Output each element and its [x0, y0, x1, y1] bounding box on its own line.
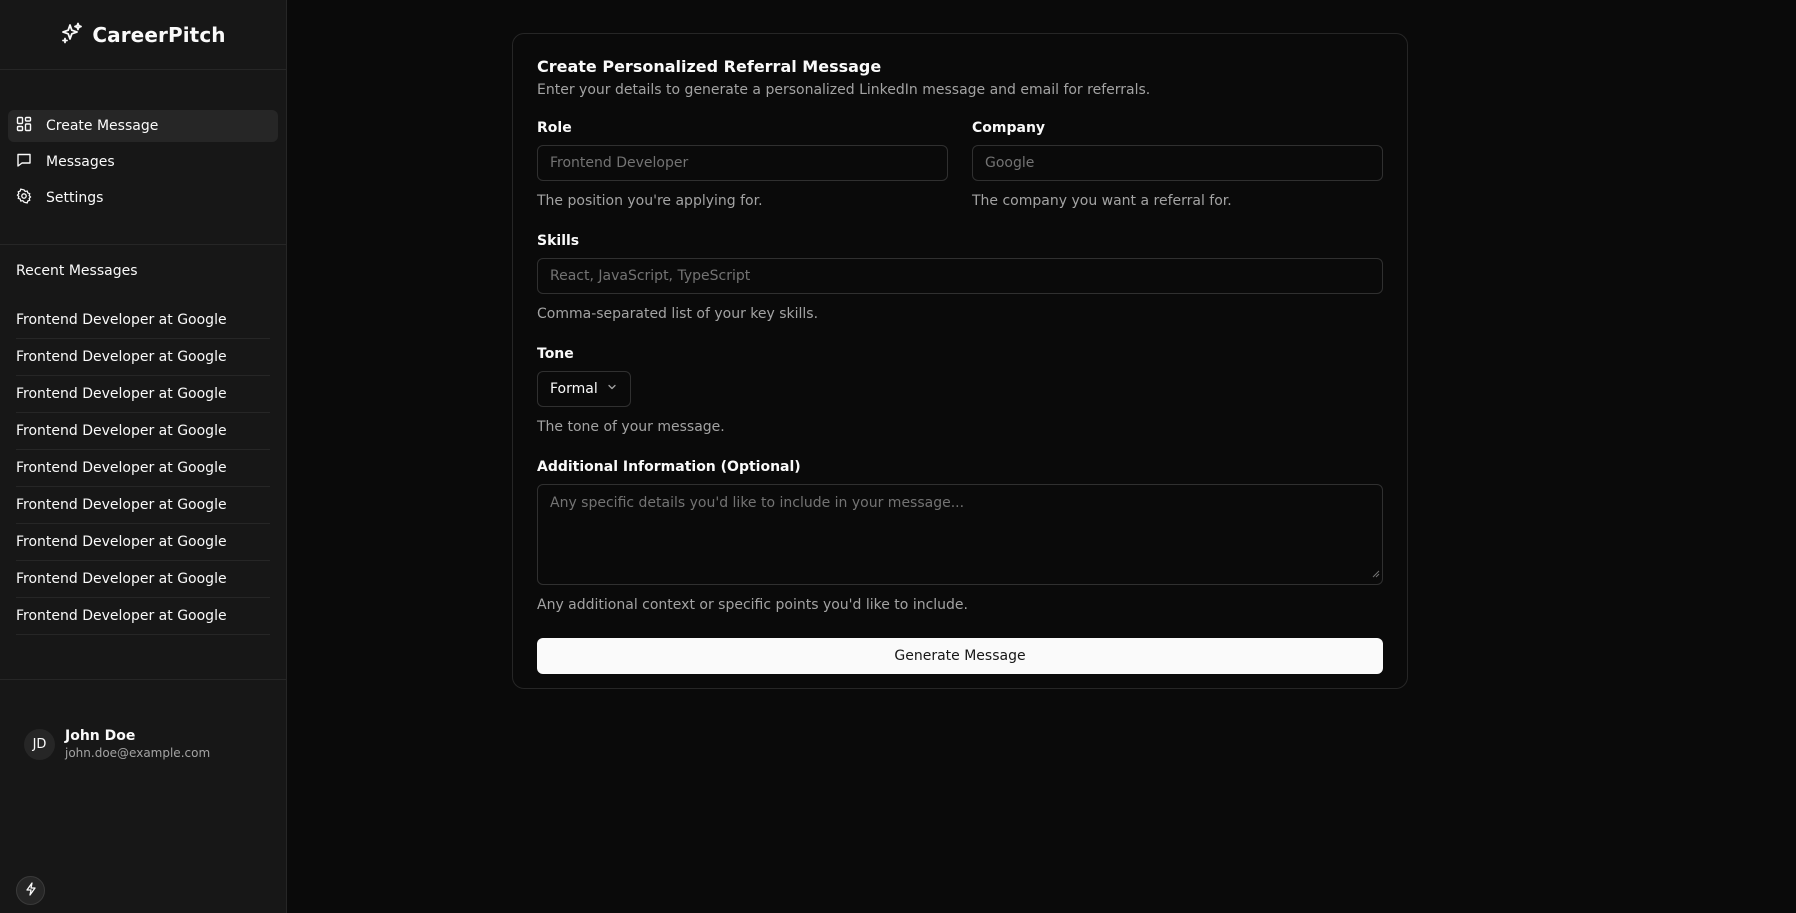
additional-info-textarea[interactable]: Any specific details you'd like to inclu… — [537, 484, 1383, 585]
recent-message-item[interactable]: Frontend Developer at Google — [16, 598, 270, 635]
avatar: JD — [24, 728, 55, 760]
tone-label: Tone — [537, 346, 574, 362]
skills-hint: Comma-separated list of your key skills. — [537, 306, 819, 322]
skills-field-group: Skills React, JavaScript, TypeScript Com… — [537, 232, 1383, 323]
user-profile[interactable]: JD John Doe john.doe@example.com — [24, 727, 210, 761]
main-nav: Create Message Messages Settings — [0, 70, 286, 245]
chevron-down-icon — [606, 381, 618, 397]
dashboard-icon — [16, 116, 32, 136]
recent-message-item[interactable]: Frontend Developer at Google — [16, 339, 270, 376]
additional-info-hint: Any additional context or specific point… — [537, 597, 968, 613]
additional-info-placeholder: Any specific details you'd like to inclu… — [550, 495, 965, 511]
company-field-group: Company Google The company you want a re… — [972, 119, 1383, 210]
recent-messages-title: Recent Messages — [16, 263, 138, 279]
resize-handle-icon[interactable] — [1372, 566, 1380, 582]
sparkles-icon — [60, 21, 84, 49]
company-label: Company — [972, 120, 1046, 136]
company-input[interactable]: Google — [972, 145, 1383, 181]
user-name: John Doe — [65, 728, 136, 744]
recent-message-item[interactable]: Frontend Developer at Google — [16, 487, 270, 524]
role-label: Role — [537, 120, 572, 136]
nav-item-label: Messages — [46, 154, 115, 170]
recent-message-item[interactable]: Frontend Developer at Google — [16, 524, 270, 561]
brand[interactable]: CareerPitch — [0, 0, 286, 70]
nav-item-label: Create Message — [46, 118, 159, 134]
recent-message-item[interactable]: Frontend Developer at Google — [16, 302, 270, 339]
gear-icon — [16, 188, 32, 208]
nav-item-label: Settings — [46, 190, 104, 206]
nav-item-settings[interactable]: Settings — [8, 182, 278, 214]
recent-message-item[interactable]: Frontend Developer at Google — [16, 413, 270, 450]
sidebar: CareerPitch Create Message Messages Sett… — [0, 0, 287, 913]
form-title: Create Personalized Referral Message — [537, 57, 882, 76]
tone-hint: The tone of your message. — [537, 419, 725, 435]
app-name: CareerPitch — [92, 22, 226, 47]
skills-label: Skills — [537, 233, 580, 249]
nav-item-messages[interactable]: Messages — [8, 146, 278, 178]
tone-select[interactable]: Formal — [537, 371, 631, 407]
referral-form-card: Create Personalized Referral Message Ent… — [512, 33, 1408, 689]
role-input[interactable]: Frontend Developer — [537, 145, 948, 181]
quick-action-button[interactable] — [16, 876, 45, 905]
nav-item-create-message[interactable]: Create Message — [8, 110, 278, 142]
skills-input[interactable]: React, JavaScript, TypeScript — [537, 258, 1383, 294]
role-hint: The position you're applying for. — [537, 193, 763, 209]
recent-message-item[interactable]: Frontend Developer at Google — [16, 376, 270, 413]
additional-info-label: Additional Information (Optional) — [537, 459, 801, 475]
user-email: john.doe@example.com — [65, 746, 211, 760]
lightning-icon — [24, 881, 38, 900]
form-description: Enter your details to generate a persona… — [537, 82, 1151, 98]
role-field-group: Role Frontend Developer The position you… — [537, 119, 948, 210]
company-hint: The company you want a referral for. — [972, 193, 1232, 209]
tone-selected-value: Formal — [550, 381, 598, 397]
tone-field-group: Tone Formal The tone of your message. — [537, 345, 1383, 436]
recent-message-item[interactable]: Frontend Developer at Google — [16, 450, 270, 487]
generate-message-button[interactable]: Generate Message — [537, 638, 1383, 674]
additional-info-field-group: Additional Information (Optional) Any sp… — [537, 458, 1383, 614]
recent-message-item[interactable]: Frontend Developer at Google — [16, 561, 270, 598]
message-square-icon — [16, 152, 32, 172]
recent-messages: Recent Messages Frontend Developer at Go… — [0, 245, 286, 680]
